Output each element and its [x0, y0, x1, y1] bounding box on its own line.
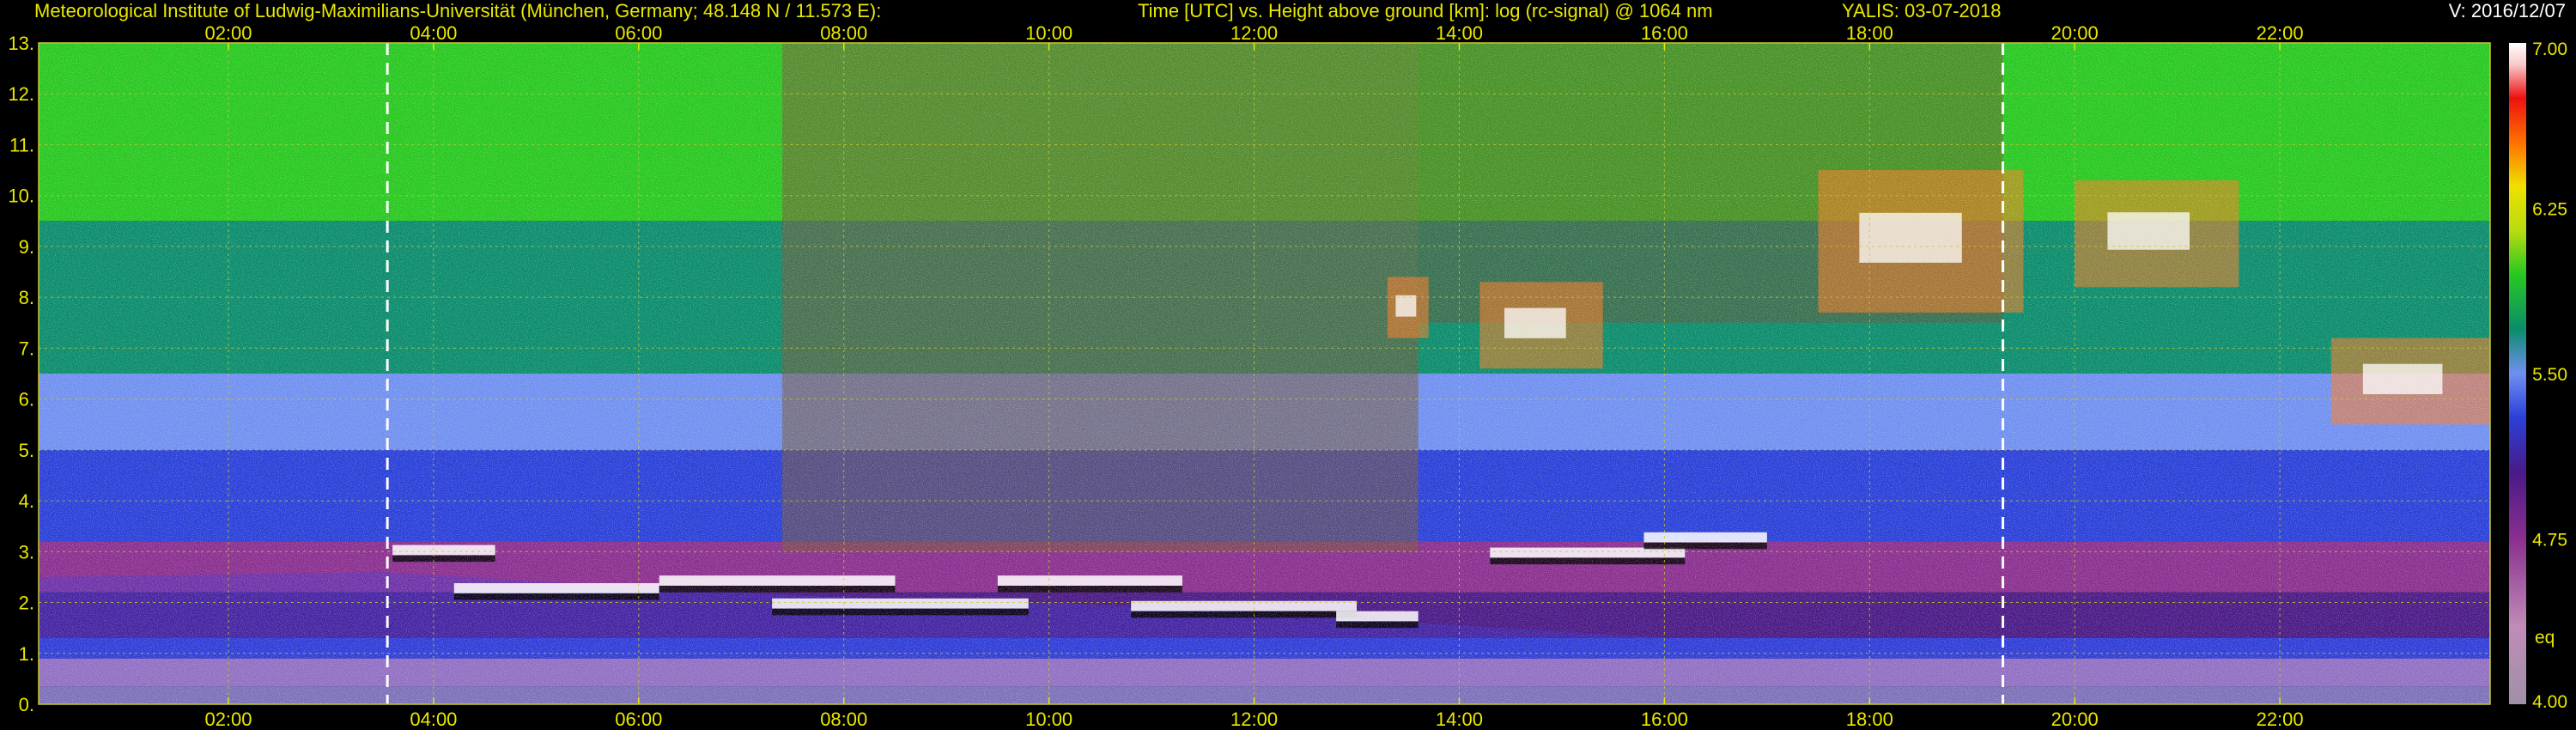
- y-tick-label: 8.: [19, 287, 34, 308]
- colorbar-label: 6.25: [2532, 200, 2567, 220]
- y-tick-label: 0.: [19, 694, 34, 715]
- colorbar-label: 4.75: [2532, 531, 2567, 551]
- y-tick-label: 10.: [8, 186, 34, 207]
- y-tick-label: 5.: [19, 440, 34, 461]
- y-tick-label: 12.: [8, 83, 34, 105]
- lidar-heatmap-chart: 02:00 02:00 04:00 04:00 06:00 06:00 08:00 08:00…: [8, 22, 2567, 730]
- y-tick-label: 4.: [19, 490, 34, 512]
- colorbar-label: 7.00: [2532, 40, 2567, 59]
- colorbar-bar: [2509, 43, 2526, 704]
- y-tick-label: 3.: [19, 541, 34, 563]
- x-tick-label-bottom: 22:00: [2257, 709, 2304, 730]
- x-tick-label-top: 06:00: [615, 22, 662, 44]
- x-tick-label-bottom: 18:00: [1846, 709, 1893, 730]
- x-tick-label-bottom: 06:00: [615, 709, 662, 730]
- plot-area: [39, 43, 2490, 704]
- x-tick-label-bottom: 12:00: [1230, 709, 1278, 730]
- y-tick-label: 13.: [8, 33, 34, 54]
- x-tick-label-bottom: 14:00: [1436, 709, 1483, 730]
- colorbar-label: 5.50: [2532, 365, 2567, 385]
- x-tick-label-top: 18:00: [1846, 22, 1893, 44]
- x-tick-label-top: 02:00: [204, 22, 252, 44]
- colorbar: 7.00 6.25 5.50 4.75 4.00 eq: [2509, 40, 2567, 712]
- x-tick-label-top: 12:00: [1230, 22, 1278, 44]
- x-tick-label-bottom: 02:00: [204, 709, 252, 730]
- y-tick-label: 2.: [19, 593, 34, 614]
- x-tick-label-bottom: 10:00: [1025, 709, 1072, 730]
- x-tick-label-top: 14:00: [1436, 22, 1483, 44]
- y-tick-label: 9.: [19, 236, 34, 258]
- x-tick-label-bottom: 04:00: [410, 709, 457, 730]
- x-tick-label-top: 08:00: [820, 22, 867, 44]
- x-tick-label-top: 22:00: [2257, 22, 2304, 44]
- x-tick-label-bottom: 16:00: [1641, 709, 1688, 730]
- x-tick-label-bottom: 08:00: [820, 709, 867, 730]
- y-tick-label: 11.: [9, 134, 34, 155]
- x-tick-label-bottom: 20:00: [2051, 709, 2099, 730]
- y-tick-label: 1.: [19, 643, 34, 665]
- x-tick-label-top: 16:00: [1641, 22, 1688, 44]
- y-tick-label: 7.: [19, 338, 34, 359]
- x-tick-label-top: 04:00: [410, 22, 457, 44]
- colorbar-label: 4.00: [2532, 692, 2567, 712]
- colorbar-extra-label: eq: [2535, 628, 2555, 648]
- x-tick-label-top: 20:00: [2051, 22, 2099, 44]
- y-tick-label: 6.: [19, 389, 34, 411]
- noise-speckle: [39, 43, 2490, 704]
- x-tick-label-top: 10:00: [1025, 22, 1072, 44]
